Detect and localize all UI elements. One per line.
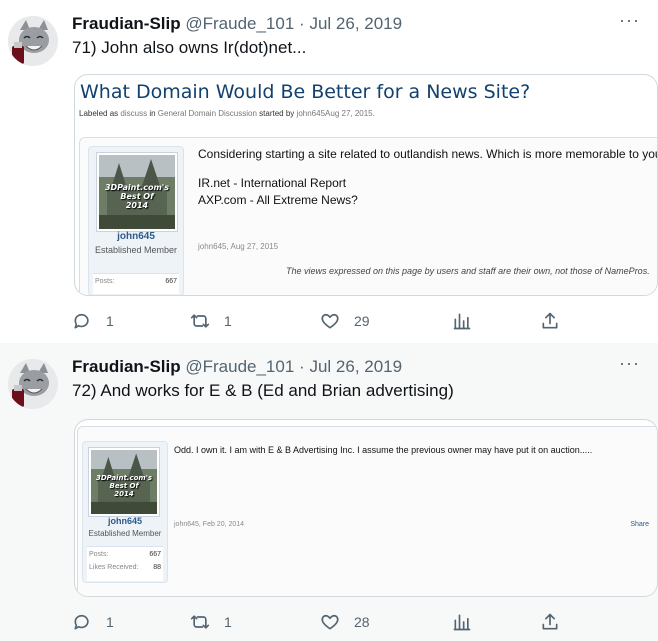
forum-username: john645 [117, 231, 155, 242]
retweet-button[interactable]: 1 [190, 310, 232, 332]
like-count: 28 [354, 614, 370, 630]
share-icon [542, 312, 558, 329]
badge-line: 2014 [114, 490, 134, 499]
user-stats: Posts: 667 Likes Received: 88 [87, 546, 163, 581]
post-line: Considering starting a site related to o… [198, 147, 658, 161]
post-signature: john645, Aug 27, 2015 [198, 242, 279, 251]
analytics-button[interactable] [452, 611, 472, 633]
analytics-icon [453, 313, 471, 330]
retweet-count: 1 [224, 614, 232, 630]
post-body: Odd. I own it. I am with E & B Advertisi… [174, 445, 593, 455]
meta-in: in [149, 109, 156, 118]
retweet-icon [190, 314, 210, 328]
thread-meta: Labeled as discuss in General Domain Dis… [79, 109, 375, 118]
tweet-text: 71) John also owns Ir(dot)net... [72, 38, 307, 57]
reply-count: 1 [106, 614, 114, 630]
separator: · [299, 14, 305, 33]
action-bar: 1 1 28 [72, 611, 592, 633]
stat-row: Likes Received: 88 [87, 562, 163, 573]
reply-button[interactable]: 1 [72, 611, 114, 633]
stat-label: Likes Received: [89, 564, 139, 571]
user-stats: Posts: 667 [93, 273, 179, 294]
tweet-date[interactable]: Jul 26, 2019 [309, 357, 402, 376]
meta-tag: discuss [120, 109, 148, 118]
tweet-text: 72) And works for E & B (Ed and Brian ad… [72, 381, 454, 400]
separator: · [299, 357, 305, 376]
forum-post: 3DPaint.com's Best Of 2014 john645 Estab… [79, 137, 658, 295]
retweet-button[interactable]: 1 [190, 611, 232, 633]
tweet[interactable]: Fraudian-Slip @Fraude_101 · Jul 26, 2019… [0, 343, 658, 641]
heart-icon [321, 313, 339, 329]
stat-row: Posts: 667 [93, 276, 179, 287]
share-icon [542, 613, 558, 630]
meta-date: Aug 27, 2015. [325, 109, 375, 118]
share-link: Share [630, 521, 649, 528]
reply-icon [74, 313, 89, 329]
more-options-icon[interactable]: ··· [619, 353, 640, 374]
stat-label: Posts: [89, 551, 109, 558]
disclaimer: The views expressed on this page by user… [286, 266, 650, 276]
action-bar: 1 1 29 [72, 310, 592, 332]
stat-row: Posts: 667 [87, 549, 163, 560]
badge-line: Best Of [109, 482, 139, 491]
meta-forum: General Domain Discussion [157, 109, 257, 118]
retweet-icon [190, 615, 210, 629]
tweet-header: Fraudian-Slip @Fraude_101 · Jul 26, 2019 [72, 14, 402, 36]
forum-username: john645 [107, 516, 142, 526]
post-signature: john645, Feb 20, 2014 [174, 521, 245, 528]
user-info-block: 3DPaint.com's Best Of 2014 john645 Estab… [88, 146, 184, 295]
stat-value: 88 [153, 564, 161, 571]
badge-line: 3DPaint.com's [104, 183, 170, 193]
post-line [198, 163, 657, 175]
cat-avatar-icon [8, 359, 58, 409]
cat-avatar-icon [8, 16, 58, 66]
analytics-icon [453, 614, 471, 631]
forum-avatar: 3DPaint.com's Best Of 2014 [97, 153, 177, 231]
thread-title: What Domain Would Be Better for a News S… [80, 81, 531, 103]
attached-image[interactable]: 3DPaint.com's Best Of 2014 john645 Estab… [74, 419, 658, 597]
tweet-header: Fraudian-Slip @Fraude_101 · Jul 26, 2019 [72, 357, 402, 379]
forum-user-role: Established Member [88, 529, 162, 538]
like-button[interactable]: 29 [320, 310, 370, 332]
share-button[interactable] [540, 611, 560, 633]
stat-value: 667 [149, 551, 161, 558]
reply-count: 1 [106, 313, 114, 329]
like-count: 29 [354, 313, 370, 329]
meta-started-by: started by [259, 109, 295, 118]
reply-button[interactable]: 1 [72, 310, 114, 332]
badge-line: 2014 [125, 201, 149, 211]
handle[interactable]: @Fraude_101 [185, 14, 294, 33]
share-button[interactable] [540, 310, 560, 332]
like-button[interactable]: 28 [320, 611, 370, 633]
retweet-count: 1 [224, 313, 232, 329]
avatar-badge: 3DPaint.com's Best Of 2014 [99, 183, 175, 211]
avatar-badge: 3DPaint.com's Best Of 2014 [91, 474, 157, 498]
reply-icon [74, 614, 89, 630]
post-body: Considering starting a site related to o… [198, 146, 658, 209]
tweet-date[interactable]: Jul 26, 2019 [309, 14, 402, 33]
stat-value: 667 [165, 278, 177, 285]
meta-label: Labeled as [79, 109, 119, 118]
heart-icon [321, 614, 339, 630]
post-line: IR.net - International Report [198, 176, 347, 190]
tweet[interactable]: Fraudian-Slip @Fraude_101 · Jul 26, 2019… [0, 0, 658, 343]
more-options-icon[interactable]: ··· [619, 10, 640, 31]
handle[interactable]: @Fraude_101 [185, 357, 294, 376]
forum-avatar: 3DPaint.com's Best Of 2014 [89, 448, 159, 516]
attached-image[interactable]: What Domain Would Be Better for a News S… [74, 74, 658, 296]
post-line: AXP.com - All Extreme News? [198, 193, 358, 207]
forum-user-role: Established Member [94, 245, 178, 255]
forum-post: 3DPaint.com's Best Of 2014 john645 Estab… [77, 426, 657, 596]
avatar[interactable] [8, 16, 58, 66]
avatar[interactable] [8, 359, 58, 409]
display-name[interactable]: Fraudian-Slip [72, 357, 181, 376]
display-name[interactable]: Fraudian-Slip [72, 14, 181, 33]
user-info-block: 3DPaint.com's Best Of 2014 john645 Estab… [82, 441, 168, 583]
meta-author: john645 [296, 109, 326, 118]
analytics-button[interactable] [452, 310, 472, 332]
stat-label: Posts: [95, 278, 115, 285]
